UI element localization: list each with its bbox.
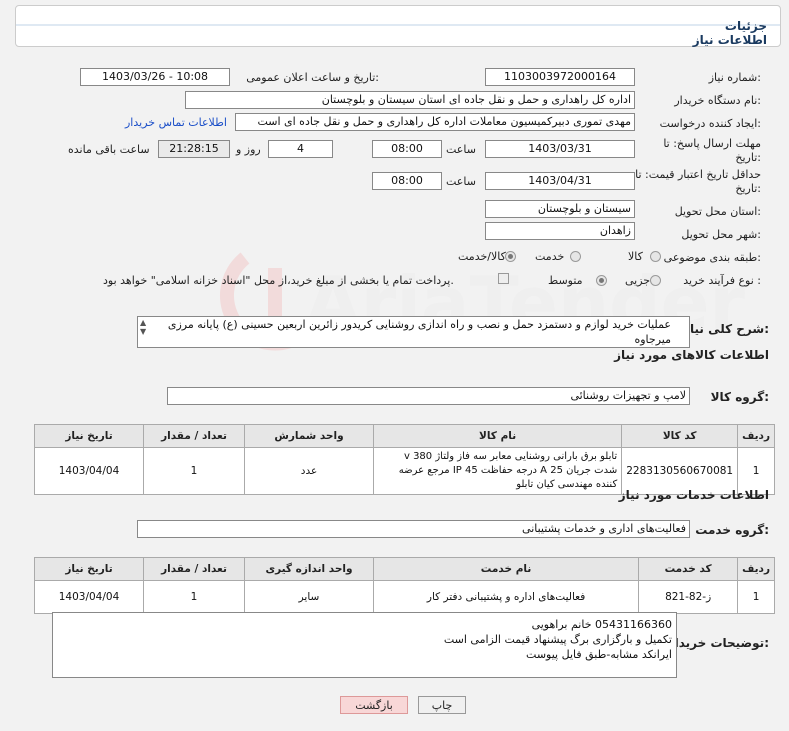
goods-row-unit: عدد bbox=[244, 447, 374, 495]
category-radio-goods[interactable] bbox=[650, 251, 661, 262]
goods-row-name: تابلو برق بارانی روشنایی معابر سه فاز ول… bbox=[372, 447, 623, 495]
deadline-label: مهلت ارسال پاسخ: تا تاریخ: bbox=[663, 137, 761, 164]
province-label: استان محل تحویل: bbox=[674, 205, 761, 218]
goods-col-code: کد کالا bbox=[621, 424, 739, 448]
category-option-service: خدمت bbox=[535, 250, 565, 263]
creator-label: ایجاد کننده درخواست: bbox=[659, 117, 761, 130]
description-label: شرح کلی نیاز: bbox=[683, 322, 769, 336]
buyer-notes-line-2: تکمیل و بارگزاری برگ پیشنهاد قیمت الزامی… bbox=[443, 633, 672, 646]
days-label: روز و bbox=[236, 143, 261, 156]
validity-label: حداقل تاریخ اعتبار قیمت: تا تاریخ: bbox=[635, 168, 761, 195]
buyer-org-field[interactable]: اداره کل راهداری و حمل و نقل جاده ای است… bbox=[185, 91, 635, 109]
services-row-name: فعالیت‌های اداره و پشتیبانی دفتر کار bbox=[372, 580, 640, 614]
goods-col-date: تاریخ نیاز bbox=[34, 424, 144, 448]
services-row-date: 1403/04/04 bbox=[34, 580, 144, 614]
header-title-wrap: جزئیات اطلاعات نیاز bbox=[15, 5, 779, 47]
need-number-field[interactable]: 1103003972000164 bbox=[485, 68, 635, 86]
services-row-qty: 1 bbox=[143, 580, 245, 614]
city-field[interactable]: زاهدان bbox=[485, 222, 635, 240]
province-field[interactable]: سیستان و بلوچستان bbox=[485, 200, 635, 218]
buyer-notes-line-1: 05431166360 خانم براهویی bbox=[531, 618, 672, 631]
treasury-payment-note: پرداخت تمام یا بخشی از مبلغ خرید،از محل … bbox=[103, 274, 454, 287]
services-group-field[interactable]: فعالیت‌های اداری و خدمات پشتیبانی bbox=[137, 520, 690, 538]
announce-field[interactable]: 1403/03/26 - 10:08 bbox=[80, 68, 230, 86]
buyer-notes-label: توضیحات خریدار: bbox=[667, 636, 769, 650]
validity-time-label: ساعت bbox=[446, 175, 476, 188]
services-col-qty: تعداد / مقدار bbox=[143, 557, 245, 581]
creator-field[interactable]: مهدی تموری دبیرکمیسیون معاملات اداره کل … bbox=[235, 113, 635, 131]
buyer-contact-link[interactable]: اطلاعات تماس خریدار bbox=[125, 116, 227, 129]
goods-group-field[interactable]: لامپ و تجهیزات روشنائی bbox=[167, 387, 690, 405]
goods-section-title: اطلاعات کالاهای مورد نیاز bbox=[614, 348, 769, 362]
services-table-header: تاریخ نیاز تعداد / مقدار واحد اندازه گیر… bbox=[34, 557, 775, 581]
deadline-time-field[interactable]: 08:00 bbox=[372, 140, 442, 158]
process-option-minor: جزیی bbox=[625, 274, 651, 287]
city-label: شهر محل تحویل: bbox=[681, 228, 761, 241]
goods-table: تاریخ نیاز تعداد / مقدار واحد شمارش نام … bbox=[34, 424, 775, 495]
goods-row-qty: 1 bbox=[143, 447, 245, 495]
services-section-title: اطلاعات خدمات مورد نیاز bbox=[618, 488, 769, 502]
print-button[interactable]: چاپ bbox=[418, 696, 466, 714]
services-row-index: 1 bbox=[737, 580, 775, 614]
announce-label: تاریخ و ساعت اعلان عمومی: bbox=[246, 71, 379, 84]
process-radio-medium[interactable] bbox=[596, 275, 607, 286]
goods-row-date: 1403/04/04 bbox=[34, 447, 144, 495]
category-radio-service[interactable] bbox=[570, 251, 581, 262]
deadline-time-label: ساعت bbox=[446, 143, 476, 156]
goods-col-unit: واحد شمارش bbox=[244, 424, 374, 448]
scroll-arrows-icon[interactable]: ▲ ▼ bbox=[140, 318, 146, 336]
category-option-goods: کالا bbox=[628, 250, 643, 263]
validity-time-field[interactable]: 08:00 bbox=[372, 172, 442, 190]
description-textarea[interactable]: عملیات خرید لوازم و دستمزد حمل و نصب و ر… bbox=[137, 316, 690, 348]
treasury-payment-checkbox[interactable] bbox=[498, 273, 509, 284]
services-row-code: ز-82-821 bbox=[638, 580, 739, 614]
goods-group-label: گروه کالا: bbox=[710, 390, 769, 404]
goods-table-header: تاریخ نیاز تعداد / مقدار واحد شمارش نام … bbox=[34, 424, 775, 448]
goods-col-index: ردیف bbox=[737, 424, 775, 448]
services-row-unit: سایر bbox=[244, 580, 374, 614]
category-label: طبقه بندی موضوعی: bbox=[663, 251, 761, 264]
services-table: تاریخ نیاز تعداد / مقدار واحد اندازه گیر… bbox=[34, 557, 775, 614]
deadline-date-field[interactable]: 1403/03/31 bbox=[485, 140, 635, 158]
services-col-index: ردیف bbox=[737, 557, 775, 581]
services-col-code: کد خدمت bbox=[638, 557, 739, 581]
services-group-label: گروه خدمت: bbox=[695, 523, 769, 537]
process-option-medium: متوسط bbox=[548, 274, 583, 287]
goods-col-qty: تعداد / مقدار bbox=[143, 424, 245, 448]
remaining-time-field[interactable]: 21:28:15 bbox=[158, 140, 230, 158]
services-col-name: نام خدمت bbox=[372, 557, 640, 581]
back-button[interactable]: بازگشت bbox=[340, 696, 408, 714]
services-col-unit: واحد اندازه گیری bbox=[244, 557, 374, 581]
table-row: 1403/04/04 1 سایر فعالیت‌های اداره و پشت… bbox=[34, 580, 775, 614]
category-option-goods-service: کالا/خدمت bbox=[458, 250, 506, 263]
goods-col-name: نام کالا bbox=[372, 424, 623, 448]
need-number-label: شماره نیاز: bbox=[708, 71, 761, 84]
buyer-org-label: نام دستگاه خریدار: bbox=[674, 94, 761, 107]
validity-date-field[interactable]: 1403/04/31 bbox=[485, 172, 635, 190]
remaining-label: ساعت باقی مانده bbox=[68, 143, 150, 156]
days-remaining-field[interactable]: 4 bbox=[268, 140, 333, 158]
buyer-notes-textarea[interactable]: 05431166360 خانم براهویی تکمیل و بارگزار… bbox=[52, 612, 677, 678]
buyer-notes-line-3: ایرانکد مشابه-طبق فایل پیوست bbox=[526, 648, 672, 661]
process-radio-minor[interactable] bbox=[650, 275, 661, 286]
category-radio-goods-service[interactable] bbox=[505, 251, 516, 262]
process-label: نوع فرآیند خرید : bbox=[683, 274, 761, 287]
services-col-date: تاریخ نیاز bbox=[34, 557, 144, 581]
page-title: جزئیات اطلاعات نیاز bbox=[692, 19, 767, 47]
